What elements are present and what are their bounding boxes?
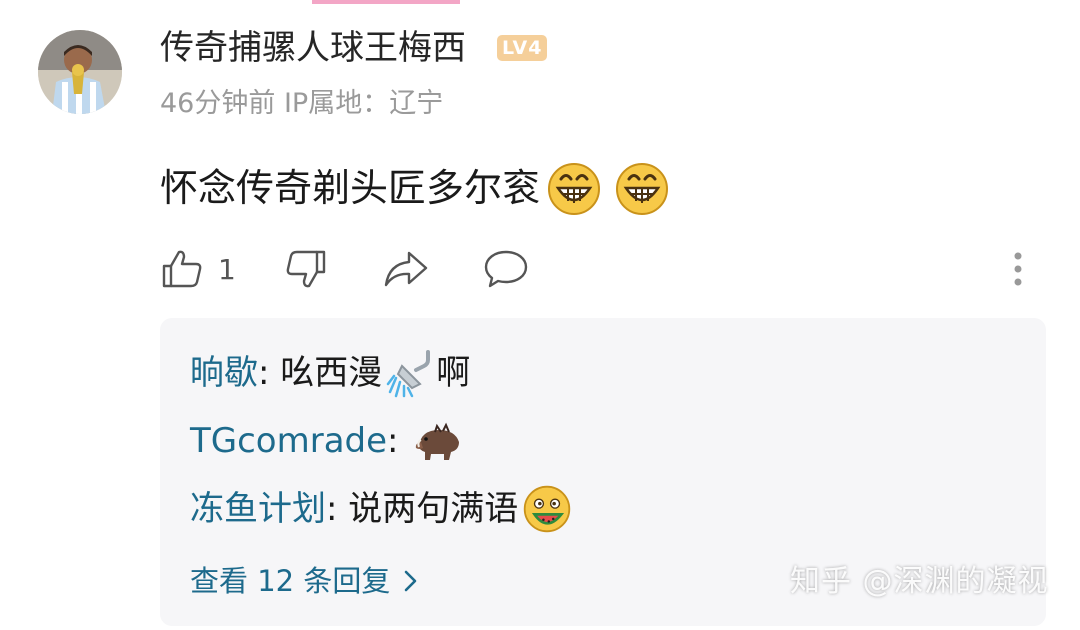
reply-author[interactable]: 冻鱼计划 — [190, 485, 326, 533]
reply-author[interactable]: 晌歇 — [190, 349, 258, 397]
ip-location: IP属地：辽宁 — [283, 88, 444, 119]
top-indicator-bar — [312, 0, 460, 4]
share-button[interactable] — [382, 244, 430, 294]
watermelon-face-emoji — [524, 485, 571, 533]
like-count: 1 — [218, 252, 236, 286]
grinning-emoji — [548, 163, 601, 215]
view-more-replies-link[interactable]: 查看 12 条回复 — [190, 559, 422, 603]
watermark: 知乎 @深渊的凝视 — [790, 564, 1049, 599]
comment-username[interactable]: 传奇捕骡人球王梅西 — [160, 24, 466, 72]
grinning-emoji — [616, 163, 669, 215]
comment-meta: 46分钟前 IP属地：辽宁 — [160, 84, 443, 124]
reply-separator: : — [326, 489, 349, 529]
reply-item[interactable]: 晌歇 : 吆西漫 啊 — [190, 348, 470, 398]
comment-actions: 1 — [160, 244, 1040, 294]
boar-emoji — [416, 422, 460, 460]
reply-author[interactable]: TGcomrade — [190, 417, 387, 465]
reply-icon — [484, 250, 528, 288]
shower-emoji — [387, 350, 431, 398]
chevron-right-icon — [405, 570, 417, 592]
reply-text: 吆西漫 — [280, 353, 383, 393]
comment-time: 46分钟前 — [160, 88, 276, 119]
reply-item[interactable]: 冻鱼计划 : 说两句满语 — [190, 484, 572, 534]
avatar[interactable] — [38, 30, 122, 114]
level-badge: LV4 — [497, 35, 548, 61]
thumbs-down-icon — [286, 250, 326, 288]
reply-item[interactable]: TGcomrade : — [190, 416, 463, 466]
thumbs-up-icon — [162, 250, 202, 288]
like-button[interactable]: 1 — [160, 244, 236, 294]
reply-text-suffix: 啊 — [436, 353, 471, 393]
more-icon — [1014, 252, 1022, 286]
reply-button[interactable] — [482, 244, 530, 294]
view-more-label: 查看 12 条回复 — [190, 564, 391, 598]
comment-text-row: 怀念传奇剃头匠多尔衮 — [160, 160, 670, 216]
dislike-button[interactable] — [284, 244, 328, 294]
share-icon — [384, 251, 428, 287]
reply-separator: : — [387, 421, 410, 461]
comment-text: 怀念传奇剃头匠多尔衮 — [160, 166, 541, 210]
reply-text: 说两句满语 — [348, 489, 519, 529]
avatar-image — [38, 30, 122, 114]
more-button[interactable] — [1012, 244, 1024, 294]
reply-separator: : — [258, 353, 281, 393]
